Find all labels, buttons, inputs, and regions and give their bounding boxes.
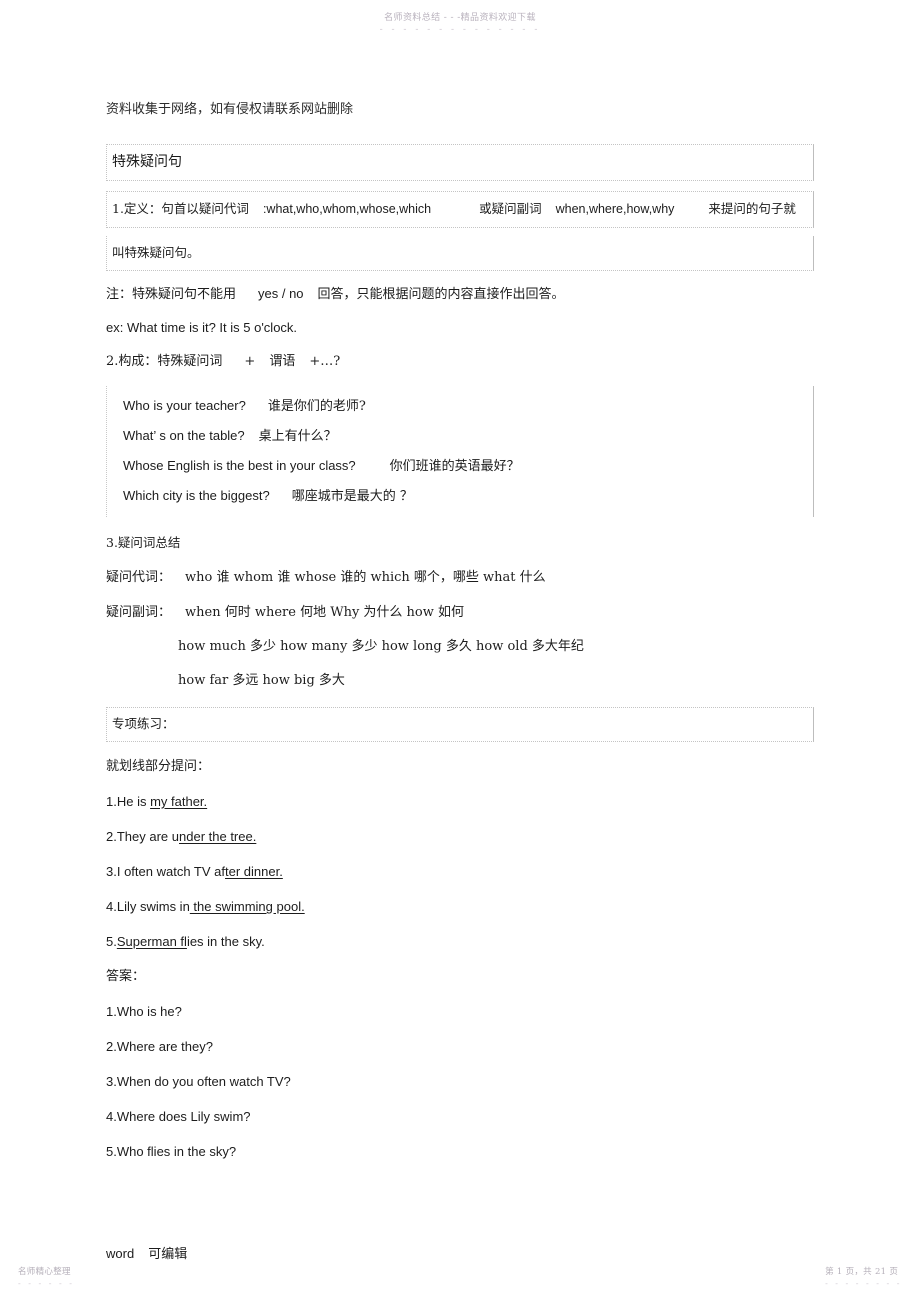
- example-row: Who is your teacher? 谁是你们的老师?: [123, 396, 813, 417]
- word-label: word: [106, 1246, 135, 1261]
- question-number: 5.: [106, 934, 117, 949]
- structure-part-a: 2.构成：特殊疑问词: [106, 354, 223, 369]
- answer-item: 5.Who flies in the sky?: [106, 1144, 237, 1159]
- practice-question: 4.Lily swims in the swimming pool.: [106, 897, 814, 917]
- question-underlined: ter dinner.: [225, 864, 283, 879]
- interrogative-adverbs-values: when 何时 where 何地 Why 为什么 how 如何: [185, 605, 465, 620]
- summary-heading: 3.疑问词总结: [106, 535, 181, 550]
- question-prefix: They are u: [116, 829, 179, 844]
- answer-item: 3.When do you often watch TV?: [106, 1074, 291, 1089]
- page-number: 第 1 页，共 21 页 - - - - - - - -: [825, 1265, 902, 1288]
- answer-item: 1.Who is he?: [106, 1004, 182, 1019]
- definition-box-continued: 叫特殊疑问句。: [106, 236, 814, 271]
- definition-part-e: 来提问的句子就: [708, 201, 796, 216]
- structure-plus-1: +: [244, 354, 256, 369]
- definition-box: 1.定义：句首以疑问代词 :what,who,whom,whose,which 或疑…: [106, 191, 814, 228]
- practice-section-box: 专项练习：: [106, 707, 814, 742]
- top-watermark: 名师资料总结 - - -精品资料欢迎下载 - - - - - - - - - -…: [0, 10, 920, 35]
- answers-label: 答案：: [106, 969, 146, 984]
- interrogative-pronouns-label: 疑问代词：: [106, 570, 172, 585]
- page-footer: 名师精心整理 - - - - - - 第 1 页，共 21 页 - - - - …: [0, 1263, 920, 1293]
- question-number: 4.: [106, 899, 117, 914]
- example-chinese: 桌上有什么？: [258, 429, 337, 444]
- question-number: 2.: [106, 829, 117, 844]
- example-chinese: 谁是你们的老师?: [267, 399, 366, 414]
- question-number: 3.: [106, 864, 117, 879]
- practice-question: 1.He is my father.: [106, 792, 814, 812]
- definition-line-2: 叫特殊疑问句。: [112, 245, 200, 260]
- document-page: 名师资料总结 - - -精品资料欢迎下载 - - - - - - - - - -…: [0, 0, 920, 1303]
- footer-right-text: 第 1 页，共 21 页: [825, 1267, 899, 1277]
- question-underlined: the swimming pool.: [189, 899, 305, 914]
- page-title: 特殊疑问句: [112, 154, 182, 170]
- definition-part-b: :what,who,whom,whose,which: [262, 202, 432, 216]
- top-watermark-dashes: - - - - - - - - - - - - - -: [379, 25, 541, 35]
- footer-left-text: 名师精心整理: [18, 1267, 71, 1277]
- practice-question: 2.They are under the tree.: [106, 827, 814, 847]
- interrogative-pronouns-values: who 谁 whom 谁 whose 谁的 which 哪个，哪些 what 什…: [185, 570, 546, 585]
- example-sentences-box: Who is your teacher? 谁是你们的老师? What’ s on …: [106, 386, 814, 517]
- question-prefix: Lily swims in: [116, 899, 190, 914]
- answer-item: 2.Where are they?: [106, 1039, 213, 1054]
- example-row: Whose English is the best in your class?…: [123, 456, 813, 477]
- example-english: What’ s on the table?: [123, 428, 245, 443]
- note-part-c: 回答，只能根据问题的内容直接作出回答。: [317, 287, 565, 302]
- document-content: 资料收集于网络，如有侵权请联系网站删除 特殊疑问句 1.定义：句首以疑问代词 :w…: [106, 100, 814, 1265]
- practice-question: 3.I often watch TV after dinner.: [106, 862, 814, 882]
- definition-part-d: when,where,how,why: [555, 202, 675, 216]
- answer-note: 注：特殊疑问句不能用 yes / no 回答，只能根据问题的内容直接作出回答。: [106, 284, 814, 305]
- definition-part-a: 1.定义：句首以疑问代词: [112, 201, 249, 216]
- question-number: 1.: [106, 794, 117, 809]
- structure-line: 2.构成：特殊疑问词 + 谓语 +…?: [106, 351, 814, 372]
- how-phrases-line-1: how much 多少 how many 多少 how long 多久 how …: [178, 639, 584, 654]
- note-part-a: 注：特殊疑问句不能用: [106, 287, 237, 302]
- footer-left-dashes: - - - - - -: [18, 1279, 75, 1288]
- note-part-b: yes / no: [258, 286, 304, 301]
- section-title-box: 特殊疑问句: [106, 144, 814, 181]
- practice-instruction: 就划线部分提问：: [106, 759, 211, 774]
- practice-question: 5.Superman flies in the sky.: [106, 932, 814, 952]
- definition-part-c: 或疑问副词: [479, 201, 542, 216]
- how-phrases-line-2: how far 多远 how big 多大: [178, 673, 345, 688]
- example-row: Which city is the biggest? 哪座城市是最大的 ？: [123, 486, 813, 507]
- example-english: Which city is the biggest?: [123, 488, 270, 503]
- top-watermark-text: 名师资料总结 - - -精品资料欢迎下载: [384, 13, 536, 23]
- interrogative-adverbs-line: 疑问副词： when 何时 where 何地 Why 为什么 how 如何: [106, 602, 814, 623]
- answer-item: 4.Where does Lily swim?: [106, 1109, 251, 1124]
- copyright-notice: 资料收集于网络，如有侵权请联系网站删除: [106, 102, 354, 117]
- question-underlined: nder the tree.: [179, 829, 257, 844]
- question-prefix: He is: [116, 794, 151, 809]
- footer-right-dashes: - - - - - - - -: [825, 1279, 902, 1288]
- example-chinese: 哪座城市是最大的 ？: [291, 489, 413, 504]
- example-english: Whose English is the best in your class?: [123, 458, 356, 473]
- footer-watermark-left: 名师精心整理 - - - - - -: [18, 1265, 74, 1288]
- interrogative-adverbs-label: 疑问副词：: [106, 605, 172, 620]
- structure-part-c: 谓语: [269, 354, 296, 369]
- word-editable-note: word 可编辑: [106, 1244, 814, 1265]
- definition-line-1: 1.定义：句首以疑问代词 :what,who,whom,whose,which 或疑…: [112, 198, 809, 220]
- example-row: What’ s on the table? 桌上有什么？: [123, 426, 813, 447]
- question-underlined: Superman fl: [116, 934, 187, 949]
- question-underlined: my father.: [150, 794, 208, 809]
- example-chinese: 你们班谁的英语最好？: [389, 459, 520, 474]
- question-prefix: I often watch TV af: [116, 864, 225, 879]
- structure-part-d: +…?: [309, 354, 341, 369]
- editable-label: 可编辑: [148, 1247, 188, 1262]
- example-english: Who is your teacher?: [123, 398, 246, 413]
- example-time-sentence: ex: What time is it? It is 5 o'clock.: [106, 320, 298, 335]
- question-suffix: ies in the sky.: [186, 934, 265, 949]
- interrogative-pronouns-line: 疑问代词： who 谁 whom 谁 whose 谁的 which 哪个，哪些 w…: [106, 567, 814, 588]
- practice-label: 专项练习：: [112, 716, 175, 731]
